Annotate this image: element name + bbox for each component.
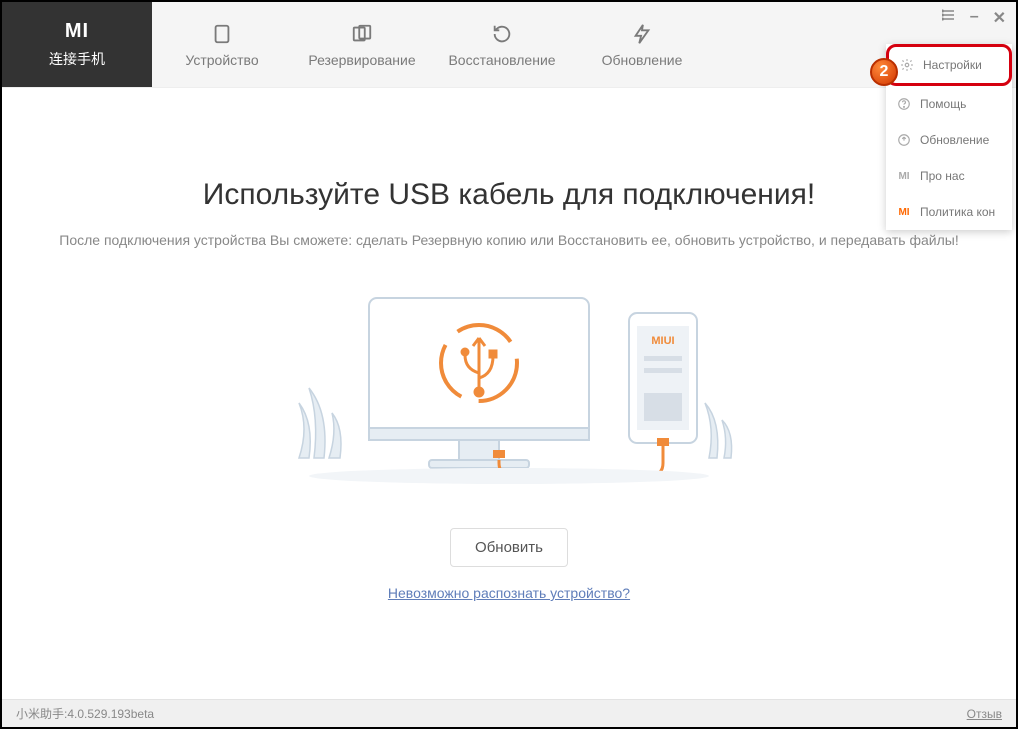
unrecognized-device-link[interactable]: Невозможно распознать устройство?: [388, 585, 630, 601]
main-subtitle: После подключения устройства Вы сможете:…: [2, 232, 1016, 248]
dropdown-help-label: Помощь: [920, 97, 966, 111]
main-heading: Используйте USB кабель для подключения!: [2, 178, 1016, 212]
refresh-button[interactable]: Обновить: [450, 528, 568, 567]
mi-small-icon: MI: [896, 168, 912, 184]
status-bar: 小米助手:4.0.529.193beta Отзыв: [2, 699, 1016, 727]
dropdown-help[interactable]: Помощь: [886, 86, 1012, 122]
brand-block: MI 连接手机: [2, 2, 152, 87]
minimize-icon[interactable]: –: [970, 8, 979, 28]
connection-illustration: MIUI: [279, 278, 739, 498]
mi-logo: MI: [65, 20, 89, 43]
nav-backup[interactable]: Резервирование: [292, 2, 432, 87]
nav-restore-label: Восстановление: [448, 52, 555, 68]
annotation-badge: 2: [870, 58, 898, 86]
mi-orange-icon: MI: [896, 204, 912, 220]
update-icon: [630, 22, 654, 46]
settings-dropdown: Настройки Помощь Обновление MI Про нас M…: [886, 44, 1012, 230]
backup-icon: [350, 22, 374, 46]
window-controls: – ✕: [942, 8, 1006, 28]
dropdown-about-label: Про нас: [920, 169, 965, 183]
dropdown-about[interactable]: MI Про нас: [886, 158, 1012, 194]
close-icon[interactable]: ✕: [993, 8, 1006, 28]
nav-backup-label: Резервирование: [308, 52, 415, 68]
gear-icon: [899, 57, 915, 73]
version-label: 小米助手:4.0.529.193beta: [16, 705, 154, 722]
nav-restore[interactable]: Восстановление: [432, 2, 572, 87]
device-icon: [210, 22, 234, 46]
phone-miui-label: MIUI: [651, 335, 674, 347]
menu-icon[interactable]: [942, 8, 956, 28]
help-icon: [896, 96, 912, 112]
dropdown-update[interactable]: Обновление: [886, 122, 1012, 158]
main-content: Используйте USB кабель для подключения! …: [2, 88, 1016, 603]
dropdown-settings-label: Настройки: [923, 58, 982, 72]
dropdown-policy-label: Политика кон: [920, 205, 995, 219]
dropdown-policy[interactable]: MI Политика кон: [886, 194, 1012, 230]
update-small-icon: [896, 132, 912, 148]
dropdown-update-label: Обновление: [920, 133, 989, 147]
nav-update[interactable]: Обновление: [572, 2, 712, 87]
nav-update-label: Обновление: [602, 52, 683, 68]
nav-device[interactable]: Устройство: [152, 2, 292, 87]
brand-subtitle: 连接手机: [49, 49, 105, 69]
nav-bar: Устройство Резервирование Восстановление…: [152, 2, 712, 87]
nav-device-label: Устройство: [185, 52, 258, 68]
top-toolbar: MI 连接手机 Устройство Резервирование Восста…: [2, 2, 1016, 88]
restore-icon: [490, 22, 514, 46]
dropdown-settings[interactable]: Настройки: [886, 44, 1012, 86]
feedback-link[interactable]: Отзыв: [967, 707, 1002, 721]
